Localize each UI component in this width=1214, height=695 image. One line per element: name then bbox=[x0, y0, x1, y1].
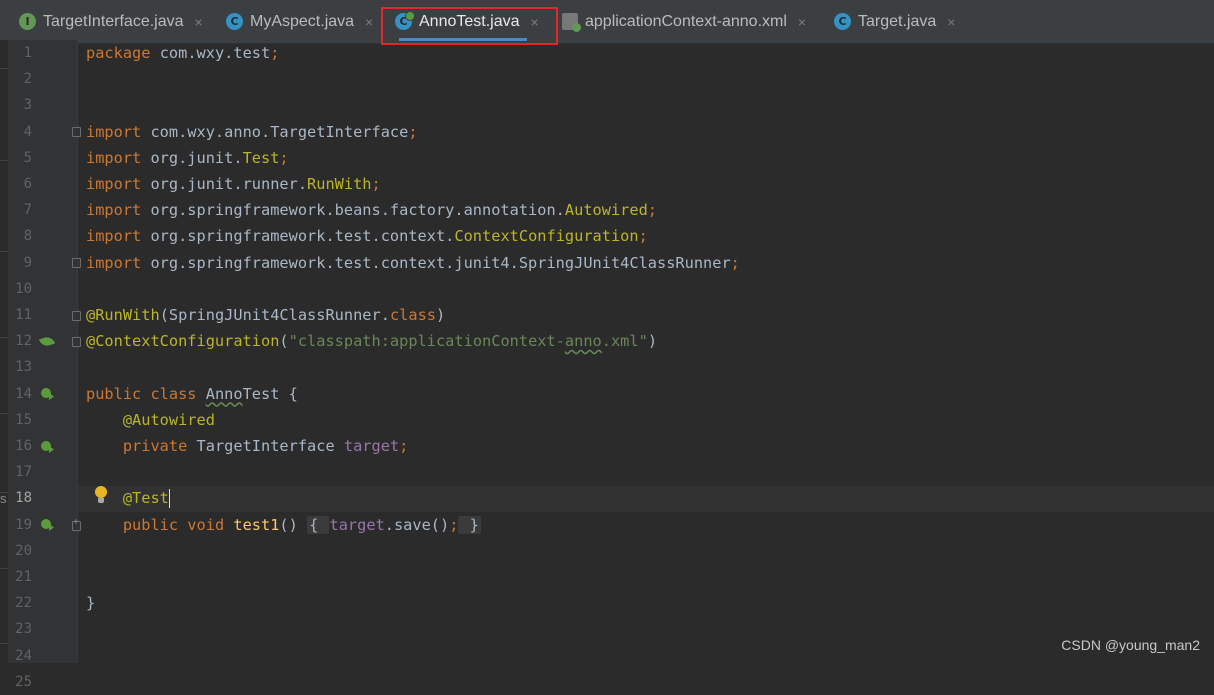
tab-label: MyAspect.java bbox=[250, 12, 355, 30]
xml-file-icon bbox=[562, 13, 581, 32]
watermark: CSDN @young_man2 bbox=[1061, 637, 1200, 653]
line-number: 25 bbox=[15, 673, 32, 690]
line-number: 19 bbox=[15, 516, 32, 533]
line-number: 21 bbox=[15, 569, 32, 585]
line-number: 2 bbox=[23, 71, 32, 88]
left-tool-strip bbox=[0, 40, 8, 663]
line-number: 8 bbox=[23, 228, 32, 245]
code-editor[interactable]: package com.wxy.test; import com.wxy.ann… bbox=[78, 40, 1214, 663]
code-line-12: @ContextConfiguration("classpath:applica… bbox=[86, 332, 658, 351]
tab-label: TargetInterface.java bbox=[43, 12, 184, 30]
tab-label: Target.java bbox=[858, 12, 937, 30]
line-number: 23 bbox=[15, 621, 32, 638]
tab-target[interactable]: C Target.java × bbox=[834, 0, 955, 43]
line-number: 22 bbox=[15, 595, 32, 612]
close-icon[interactable]: × bbox=[531, 14, 539, 30]
close-icon[interactable]: × bbox=[798, 14, 806, 30]
line-number: 17 bbox=[15, 464, 32, 481]
tab-label: AnnoTest.java bbox=[419, 12, 520, 30]
editor-tab-bar: I TargetInterface.java × C MyAspect.java… bbox=[0, 0, 1214, 44]
code-line-6: import org.junit.runner.RunWith; bbox=[86, 175, 381, 193]
code-line-14: public class AnnoTest { bbox=[86, 384, 298, 403]
text-caret bbox=[168, 489, 171, 509]
autowired-navigate-icon[interactable] bbox=[40, 440, 54, 454]
line-number: 7 bbox=[23, 202, 32, 219]
class-icon: C bbox=[834, 13, 851, 30]
close-icon[interactable]: × bbox=[195, 14, 203, 30]
code-line-1: package com.wxy.test; bbox=[86, 44, 280, 62]
close-icon[interactable]: × bbox=[365, 14, 373, 30]
code-line-7: import org.springframework.beans.factory… bbox=[86, 201, 658, 220]
code-line-4: import com.wxy.anno.TargetInterface; bbox=[86, 122, 418, 141]
tab-application-context-xml[interactable]: applicationContext-anno.xml × bbox=[562, 0, 806, 43]
line-number: 6 bbox=[23, 176, 32, 192]
class-icon: C bbox=[226, 13, 243, 30]
code-line-18: @Test bbox=[122, 489, 171, 509]
run-badge-icon bbox=[405, 11, 415, 21]
line-number: 4 bbox=[23, 123, 32, 140]
run-test-method-icon[interactable] bbox=[40, 518, 54, 532]
code-line-9: import org.springframework.test.context.… bbox=[86, 253, 740, 272]
tab-anno-test[interactable]: C AnnoTest.java × bbox=[395, 0, 539, 43]
line-number: 12 bbox=[15, 333, 32, 350]
test-class-icon: C bbox=[395, 11, 415, 30]
line-number: 10 bbox=[15, 280, 32, 297]
side-panel-label: s bbox=[0, 491, 7, 506]
code-line-15: @Autowired bbox=[122, 410, 215, 429]
code-line-5: import org.junit.Test; bbox=[86, 148, 289, 167]
line-number: 5 bbox=[23, 149, 32, 166]
code-line-16: private TargetInterface target; bbox=[122, 437, 409, 455]
line-number: 3 bbox=[23, 97, 32, 114]
line-number: 24 bbox=[15, 647, 32, 664]
tab-my-aspect[interactable]: C MyAspect.java × bbox=[226, 0, 373, 43]
code-line-19: public void test1() { target.save(); } bbox=[122, 515, 481, 534]
tab-label: applicationContext-anno.xml bbox=[585, 12, 787, 30]
run-test-icon[interactable] bbox=[40, 387, 54, 401]
tab-target-interface[interactable]: I TargetInterface.java × bbox=[19, 0, 203, 43]
interface-icon: I bbox=[19, 13, 36, 30]
line-number: 9 bbox=[23, 254, 32, 271]
code-line-24: } bbox=[86, 594, 96, 613]
line-number: 1 bbox=[23, 45, 32, 61]
line-number: 13 bbox=[15, 359, 32, 376]
close-icon[interactable]: × bbox=[947, 14, 955, 30]
current-line-highlight bbox=[78, 486, 1214, 512]
code-line-11: @RunWith(SpringJUnit4ClassRunner.class) bbox=[86, 306, 446, 324]
code-line-8: import org.springframework.test.context.… bbox=[86, 227, 648, 246]
line-number: 15 bbox=[15, 411, 32, 428]
line-number: 18 bbox=[15, 490, 32, 507]
line-number: 20 bbox=[15, 542, 32, 559]
line-number: 11 bbox=[15, 307, 32, 323]
line-number: 16 bbox=[15, 438, 32, 454]
line-number: 14 bbox=[15, 385, 32, 402]
